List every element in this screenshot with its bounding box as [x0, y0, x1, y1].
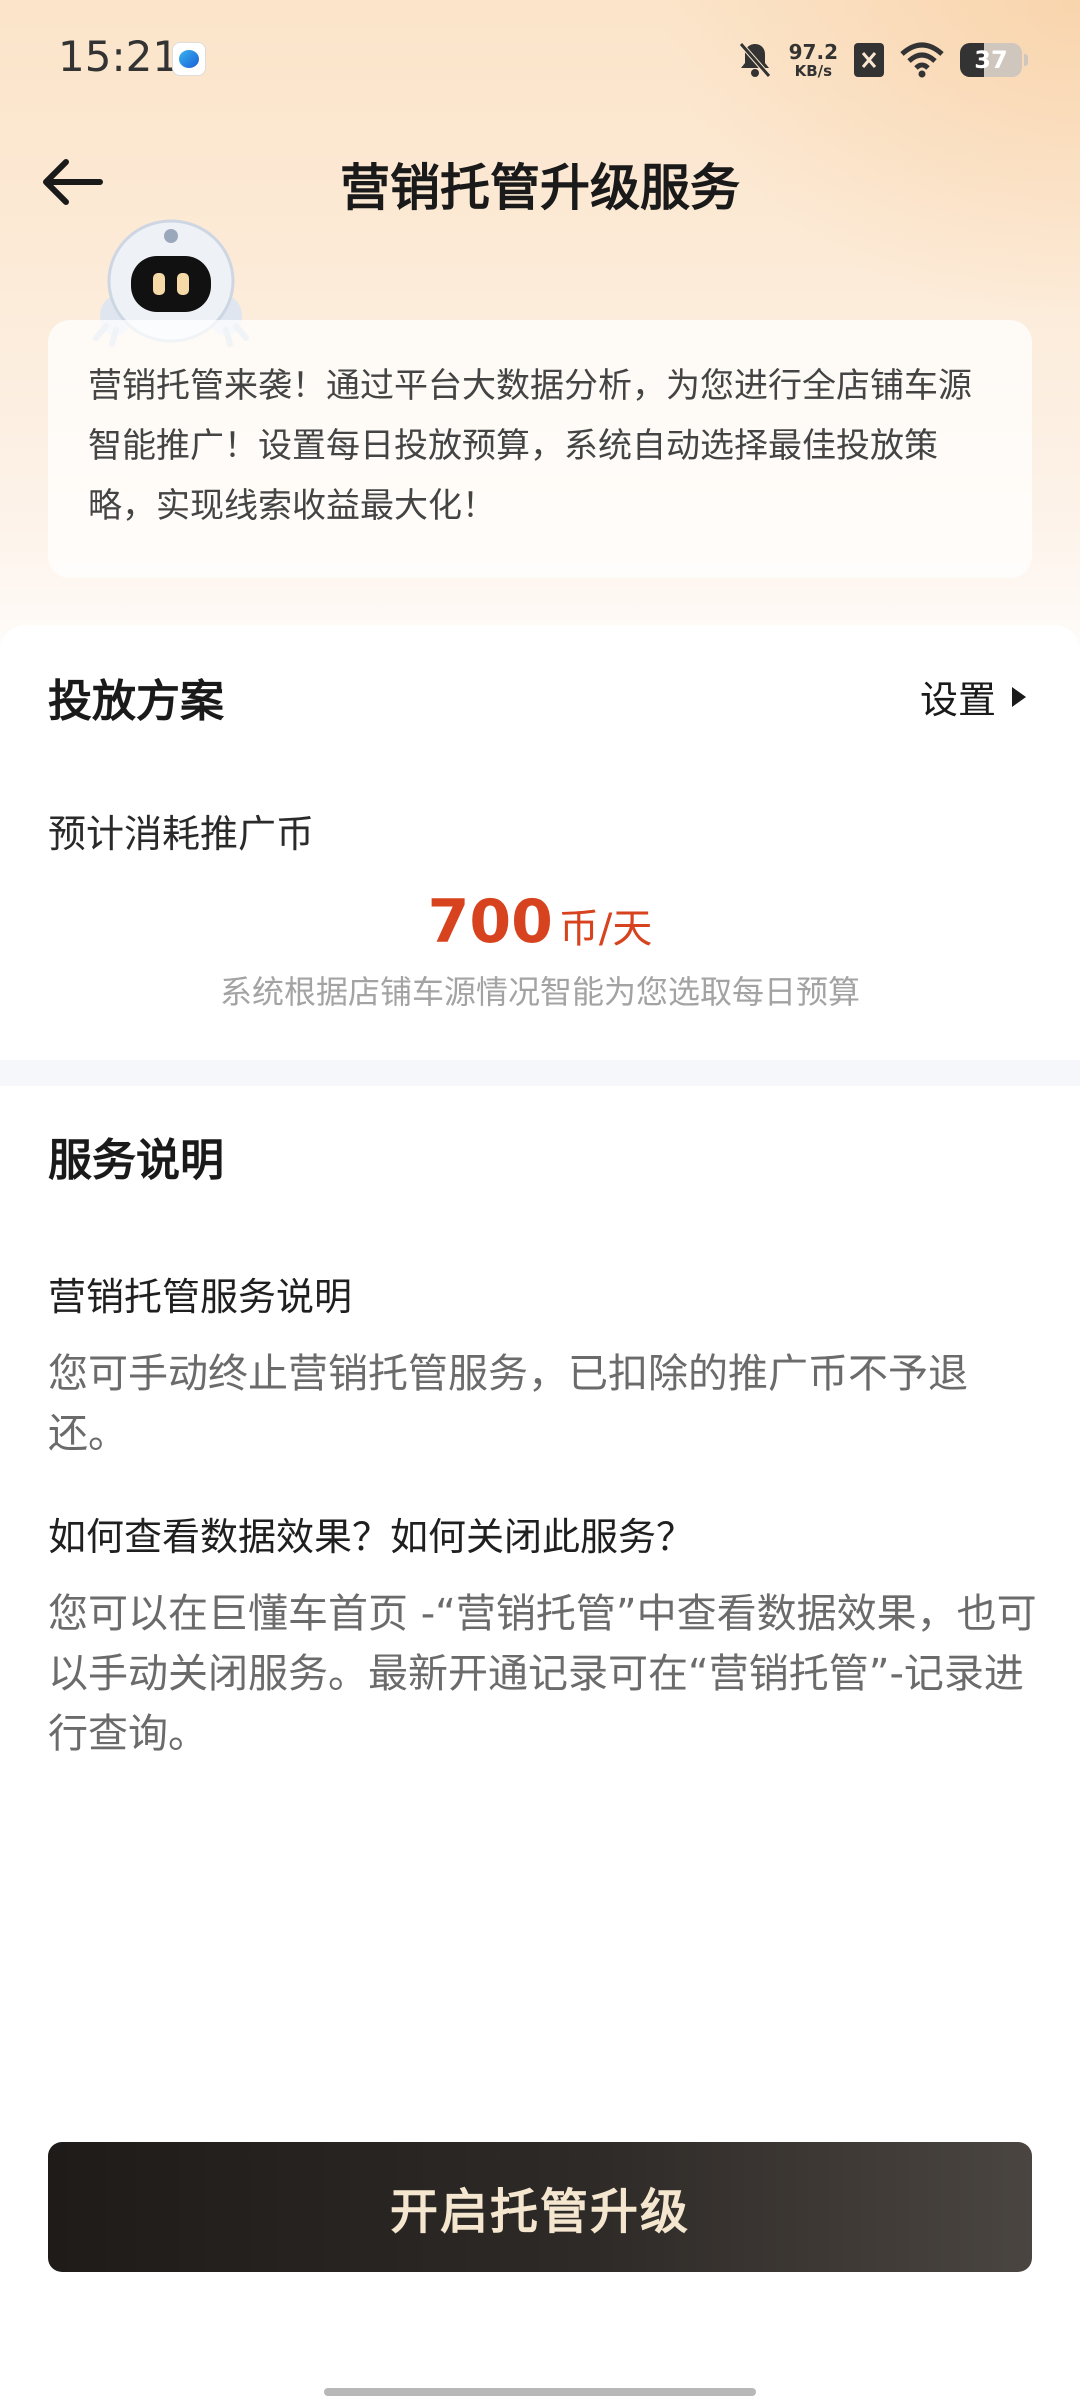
faq-question: 如何查看数据效果？如何关闭此服务？: [48, 1515, 695, 1559]
app-notification-icon: [172, 42, 206, 76]
status-bar: 15:21 97.2 KB/s 37: [0, 0, 1080, 120]
faq-answer: 您可以在巨懂车首页 -“营销托管”中查看数据效果，也可以手动关闭服务。最新开通记…: [48, 1591, 1037, 1757]
price-unit: 币/天: [558, 906, 653, 952]
bell-muted-icon: [737, 40, 773, 80]
caret-right-icon: [1012, 686, 1026, 707]
plan-section: 投放方案 设置 预计消耗推广币 700 币/天 系统根据店铺车源情况智能为您选取每…: [0, 625, 1080, 1060]
settings-label: 设置: [919, 678, 996, 722]
settings-button[interactable]: 设置: [920, 669, 1028, 724]
plan-section-title: 投放方案: [48, 676, 224, 727]
home-indicator[interactable]: [324, 2388, 756, 2396]
battery-icon: 37: [960, 43, 1028, 77]
status-time: 15:21: [58, 32, 180, 81]
wifi-icon: [900, 42, 944, 78]
intro-card: 营销托管来袭！通过平台大数据分析，为您进行全店铺车源智能推广！设置每日投放预算，…: [48, 320, 1032, 578]
price-note: 系统根据店铺车源情况智能为您选取每日预算: [219, 973, 860, 1011]
close-x-icon: [854, 43, 884, 77]
faq-answer: 您可手动终止营销托管服务，已扣除的推广币不予退还。: [48, 1351, 968, 1457]
network-speed: 97.2 KB/s: [788, 39, 838, 80]
price-display: 700 币/天: [0, 887, 1080, 957]
intro-text: 营销托管来袭！通过平台大数据分析，为您进行全店铺车源智能推广！设置每日投放预算，…: [88, 366, 972, 526]
price-value: 700: [427, 887, 553, 957]
section-divider: [0, 1060, 1080, 1086]
service-section-title: 服务说明: [48, 1135, 224, 1186]
estimate-label: 预计消耗推广币: [48, 812, 315, 856]
start-upgrade-button[interactable]: 开启托管升级: [48, 2142, 1032, 2272]
faq-question: 营销托管服务说明: [48, 1275, 353, 1319]
